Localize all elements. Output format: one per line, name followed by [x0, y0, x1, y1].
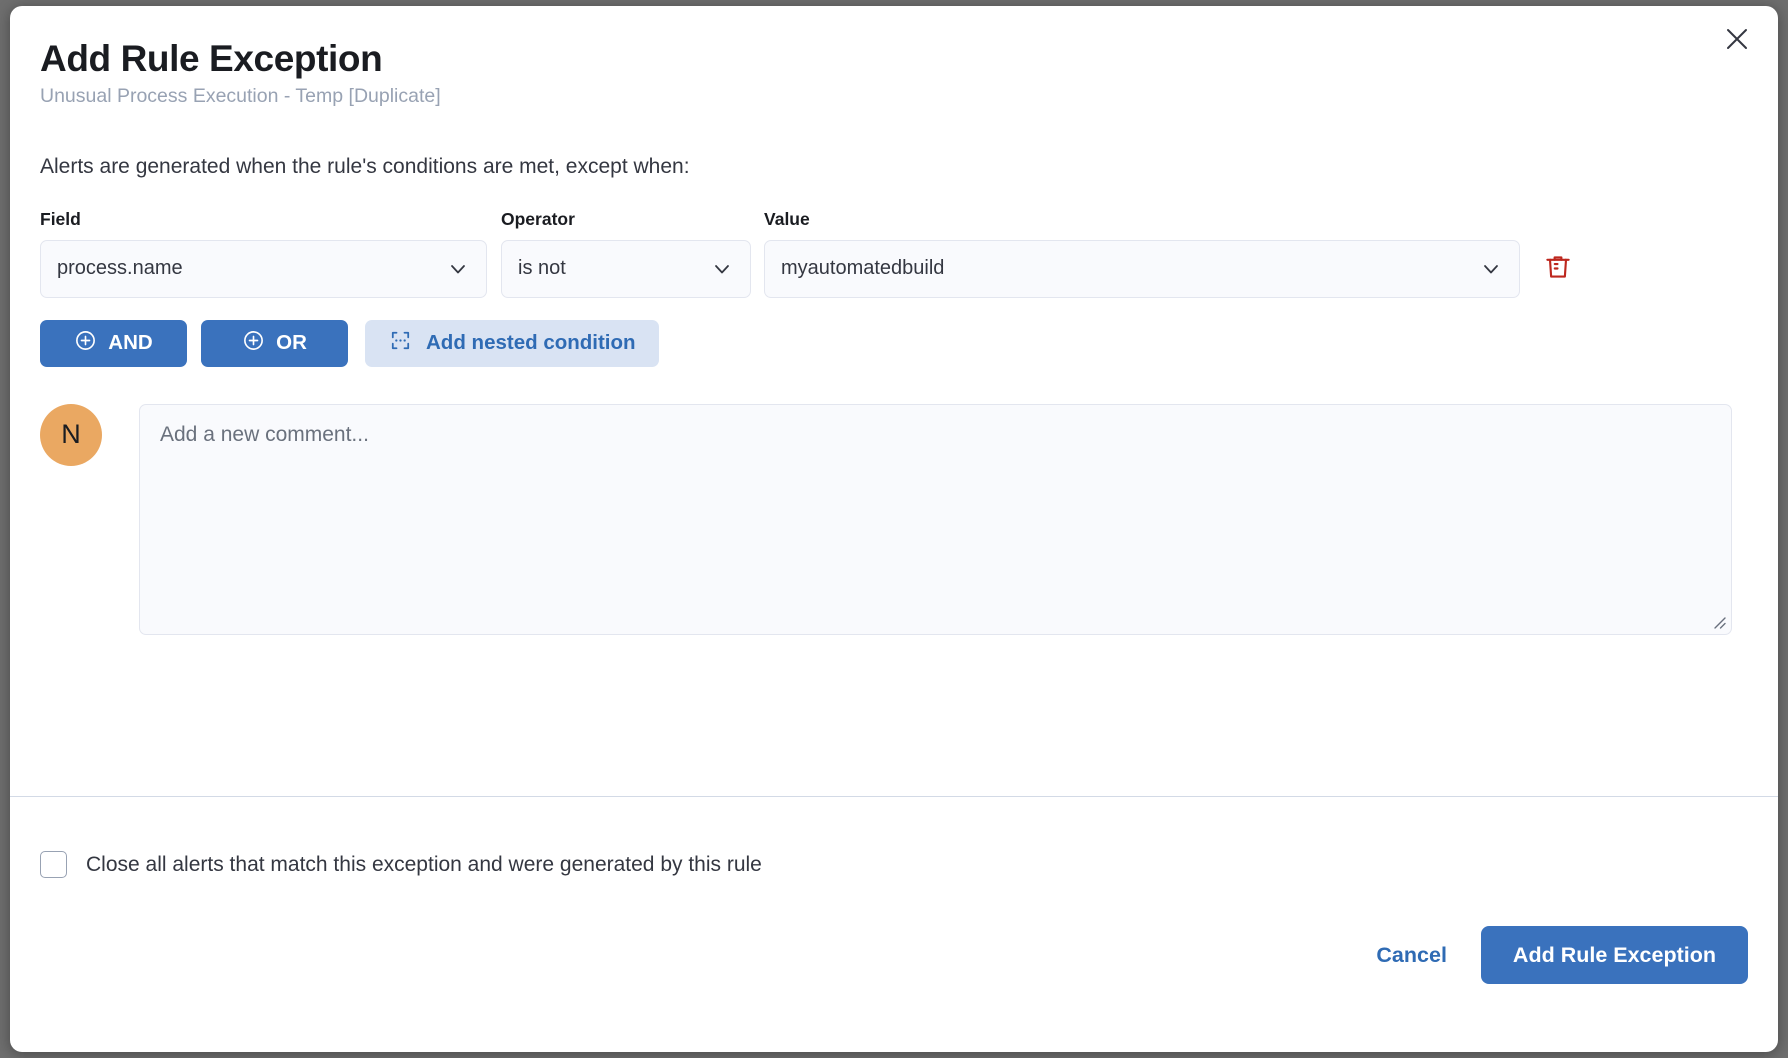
and-button-label: AND: [108, 331, 152, 355]
field-select[interactable]: process.name: [40, 240, 487, 298]
comment-input[interactable]: Add a new comment...: [139, 404, 1732, 635]
add-and-condition-button[interactable]: AND: [40, 320, 187, 367]
close-alerts-checkbox[interactable]: [40, 851, 67, 878]
condition-builder: Field Operator Value process.name is not: [40, 209, 1778, 298]
operator-label: Operator: [501, 209, 751, 230]
logic-buttons-row: AND OR Add nes: [40, 320, 1778, 367]
trash-icon: [1543, 252, 1573, 285]
close-icon-button[interactable]: [1714, 16, 1760, 62]
plus-circle-icon: [242, 329, 265, 358]
close-icon: [1724, 26, 1750, 52]
comment-section: N Add a new comment...: [40, 404, 1778, 635]
chevron-down-icon: [1479, 257, 1503, 281]
footer-divider: [10, 796, 1778, 797]
close-alerts-checkbox-label: Close all alerts that match this excepti…: [86, 853, 762, 877]
modal-subtitle: Unusual Process Execution - Temp [Duplic…: [40, 84, 1778, 108]
chevron-down-icon: [710, 257, 734, 281]
field-label: Field: [40, 209, 487, 230]
operator-select-value: is not: [518, 257, 702, 280]
resize-handle-icon[interactable]: [1709, 612, 1727, 630]
value-select-value: myautomatedbuild: [781, 257, 1471, 280]
value-select[interactable]: myautomatedbuild: [764, 240, 1520, 298]
add-rule-exception-modal: Add Rule Exception Unusual Process Execu…: [10, 6, 1778, 1052]
intro-text: Alerts are generated when the rule's con…: [40, 155, 1778, 179]
chevron-down-icon: [446, 257, 470, 281]
delete-condition-button[interactable]: [1540, 251, 1576, 287]
modal-actions: Cancel Add Rule Exception: [1354, 926, 1748, 984]
condition-fields-row: process.name is not myautomatedbuild: [40, 240, 1778, 298]
condition-labels-row: Field Operator Value: [40, 209, 1778, 240]
plus-circle-icon: [74, 329, 97, 358]
nested-button-label: Add nested condition: [426, 331, 636, 355]
field-select-value: process.name: [57, 257, 438, 280]
cancel-button[interactable]: Cancel: [1354, 931, 1469, 980]
nested-brackets-icon: [388, 328, 413, 359]
add-nested-condition-button[interactable]: Add nested condition: [365, 320, 659, 367]
modal-header: Add Rule Exception Unusual Process Execu…: [10, 6, 1778, 109]
add-or-condition-button[interactable]: OR: [201, 320, 348, 367]
page-title: Add Rule Exception: [40, 38, 1778, 79]
avatar: N: [40, 404, 102, 466]
operator-select[interactable]: is not: [501, 240, 751, 298]
or-button-label: OR: [276, 331, 307, 355]
add-rule-exception-button[interactable]: Add Rule Exception: [1481, 926, 1748, 984]
value-label: Value: [764, 209, 1520, 230]
comment-placeholder: Add a new comment...: [160, 423, 369, 446]
close-alerts-checkbox-row: Close all alerts that match this excepti…: [40, 851, 762, 878]
